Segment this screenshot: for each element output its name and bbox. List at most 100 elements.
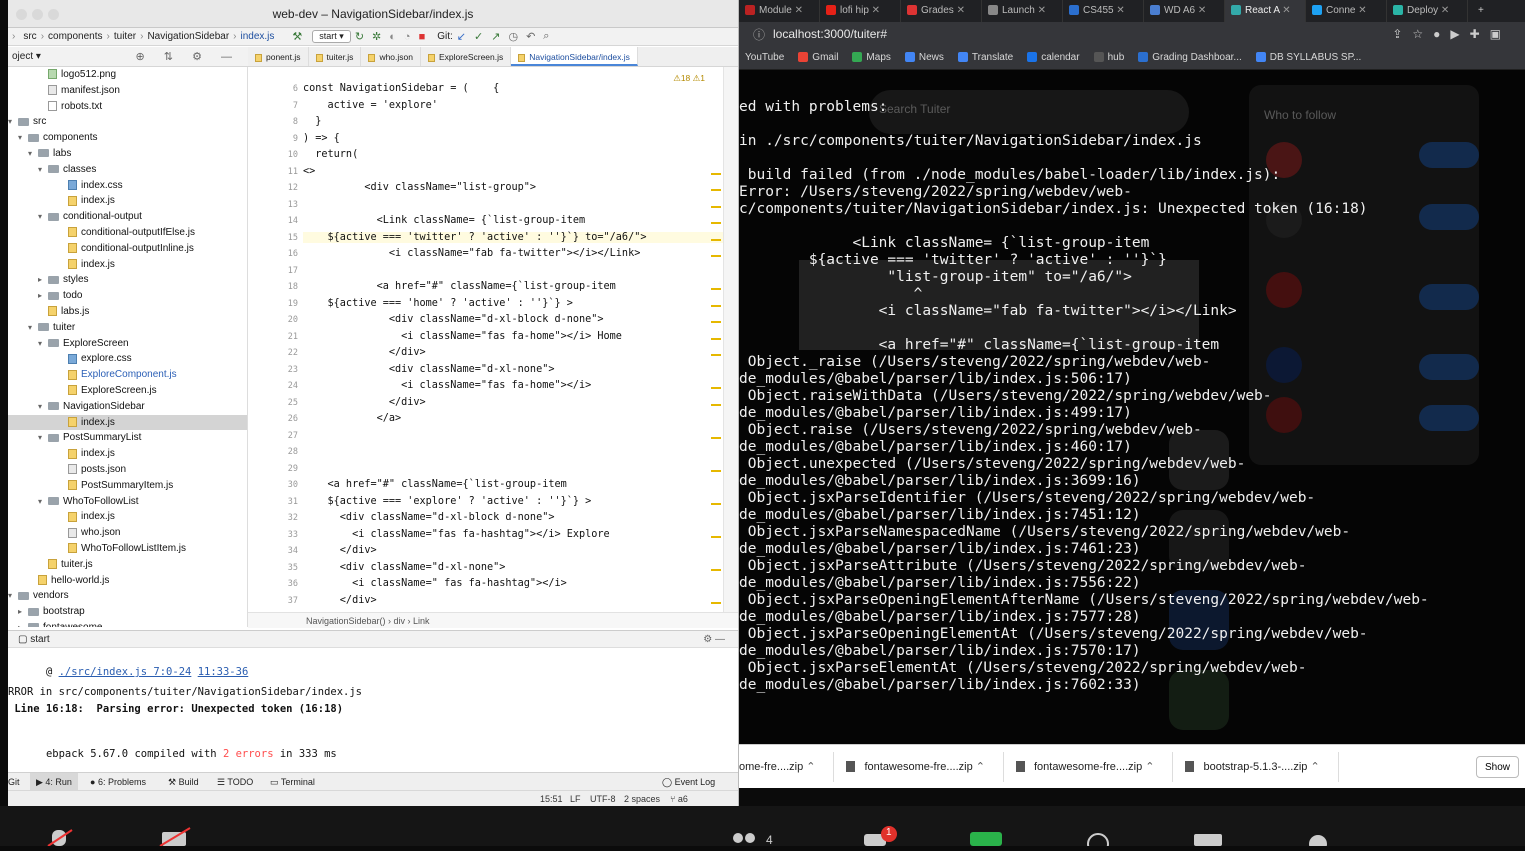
close-tab-icon[interactable]: ✕ [1114,5,1124,16]
tree-item[interactable]: ▾ PostSummaryList [8,430,247,446]
browser-tab[interactable]: CS455 ✕ [1063,0,1144,22]
console-time-link[interactable]: 11:33-36 [198,666,249,678]
editor-scrollbar[interactable] [723,67,738,612]
tree-item[interactable]: ▸ bootstrap [8,604,247,620]
warning-marker[interactable] [711,172,721,175]
warning-marker[interactable] [711,222,721,224]
hammer-icon[interactable]: ⚒ [292,30,302,43]
bookmark-link[interactable]: Maps [852,52,891,63]
new-tab-icon[interactable]: + [1468,0,1494,22]
debug-icon[interactable]: ✲ [372,30,381,43]
url-input[interactable]: localhost:3000/tuiter# [773,27,887,41]
inspection-widget[interactable]: ⚠18 ⚠1 [673,73,705,84]
tree-item[interactable]: index.js [8,509,247,525]
tree-expand-icon[interactable]: ▾ [38,399,48,415]
tree-item[interactable]: ExploreScreen.js [8,383,247,399]
warning-marker[interactable] [711,568,721,571]
tree-item[interactable]: index.js [8,257,247,273]
warning-marker[interactable] [711,304,721,307]
browser-tab[interactable]: Launch ✕ [982,0,1063,22]
tree-expand-icon[interactable]: ▾ [8,588,18,604]
browser-tab[interactable]: Grades ✕ [901,0,982,22]
profile-icon[interactable]: ◔ [404,31,411,43]
bookmark-link[interactable]: YouTube [745,52,784,63]
warning-marker[interactable] [711,337,721,340]
chevron-up-icon[interactable]: ⌃ [1307,761,1319,773]
search-everywhere-icon[interactable]: ⌕ [543,30,549,43]
tool-event-log[interactable]: ◯ Event Log [662,773,715,791]
breadcrumb-navigationsidebar[interactable]: NavigationSidebar [143,31,233,42]
warning-marker[interactable] [711,601,721,604]
tool-problems[interactable]: ● 6: Problems [90,773,146,791]
close-tab-icon[interactable]: ✕ [1195,5,1206,16]
tree-item[interactable]: index.js [8,446,247,462]
browser-tab[interactable]: React A ✕ [1225,0,1306,22]
extension-icons[interactable]: ⇪☆●▶✚▣ [1392,27,1511,41]
warning-marker[interactable] [711,189,721,191]
tree-item[interactable]: PostSummaryItem.js [8,478,247,494]
download-item[interactable]: fontawesome-fre....zip ⌃ [1004,751,1174,782]
download-item[interactable]: ome-fre....zip ⌃ [739,751,835,782]
git-commit-icon[interactable]: ✓ [474,30,483,43]
bookmark-link[interactable]: Grading Dashboar... [1138,52,1242,63]
tree-item[interactable]: ▾ ExploreScreen [8,336,247,352]
rerun-icon[interactable]: ↻ [355,30,364,43]
bookmark-link[interactable]: DB SYLLABUS SP... [1255,52,1361,63]
bookmark-link[interactable]: Gmail [798,52,838,63]
tree-item[interactable]: ▾ NavigationSidebar [8,399,247,415]
tool-build[interactable]: ⚒ Build [168,773,199,791]
tree-expand-icon[interactable]: ▾ [18,130,28,146]
tree-item[interactable]: ▸ styles [8,272,247,288]
run-configuration-select[interactable]: start ▾ [312,30,351,43]
tree-item[interactable]: tuiter.js [8,557,247,573]
browser-tab[interactable]: WD A6 ✕ [1144,0,1225,22]
download-item[interactable]: bootstrap-5.1.3-....zip ⌃ [1173,751,1339,782]
reactions-icon[interactable] [1309,835,1327,851]
tree-expand-icon[interactable]: ▾ [38,430,48,446]
video-off-icon[interactable] [159,827,191,847]
captions-icon[interactable] [1194,834,1222,846]
bookmark-link[interactable]: calendar [1027,52,1080,63]
warning-marker[interactable] [711,469,721,472]
record-icon[interactable] [1087,833,1109,851]
git-update-icon[interactable]: ↙ [457,30,466,43]
close-tab-icon[interactable]: ✕ [869,5,880,16]
participants-icon[interactable] [733,833,755,843]
tree-item[interactable]: labs.js [8,304,247,320]
show-all-downloads-button[interactable]: Show [1475,756,1519,778]
tree-expand-icon[interactable]: ▾ [38,336,48,352]
breadcrumb-components[interactable]: components [44,31,106,42]
warning-marker[interactable] [711,403,721,406]
tree-item[interactable]: posts.json [8,462,247,478]
git-branch[interactable]: ⑂ a6 [670,791,688,806]
tree-item[interactable]: who.json [8,525,247,541]
tool-git[interactable]: Git [8,773,20,791]
warning-marker[interactable] [711,255,721,257]
tree-expand-icon[interactable]: ▸ [38,272,48,288]
tree-expand-icon[interactable]: ▸ [18,604,28,620]
cursor-position[interactable]: 15:51 [540,791,563,806]
page-info-icon[interactable]: ⓘ [753,26,765,43]
editor-tab[interactable]: who.json [361,47,421,66]
project-tools-icons[interactable]: ⊕ ⇅ ⚙ — [136,47,240,67]
tree-expand-icon[interactable]: ▾ [38,162,48,178]
tool-terminal[interactable]: ▭ Terminal [270,773,315,791]
minimize-window-button[interactable] [32,9,43,20]
bookmark-link[interactable]: News [904,52,944,63]
chevron-up-icon[interactable]: ⌃ [803,761,815,773]
tree-item[interactable]: ▾ classes [8,162,247,178]
browser-tab[interactable]: Module ✕ [739,0,820,22]
tree-expand-icon[interactable]: ▾ [28,320,38,336]
close-tab-icon[interactable]: ✕ [1279,5,1290,16]
browser-tab[interactable]: lofi hip ✕ [820,0,901,22]
close-tab-icon[interactable]: ✕ [1355,5,1366,16]
run-settings-icon[interactable]: ⚙ — [703,631,725,649]
warning-marker[interactable] [711,436,721,439]
breadcrumb-file[interactable]: index.js [237,31,279,42]
warning-marker[interactable] [711,354,721,356]
chevron-up-icon[interactable]: ⌃ [973,761,985,773]
line-ending[interactable]: LF [570,791,581,806]
file-encoding[interactable]: UTF-8 [590,791,616,806]
tree-item[interactable]: index.css [8,178,247,194]
chevron-up-icon[interactable]: ⌃ [1142,761,1154,773]
